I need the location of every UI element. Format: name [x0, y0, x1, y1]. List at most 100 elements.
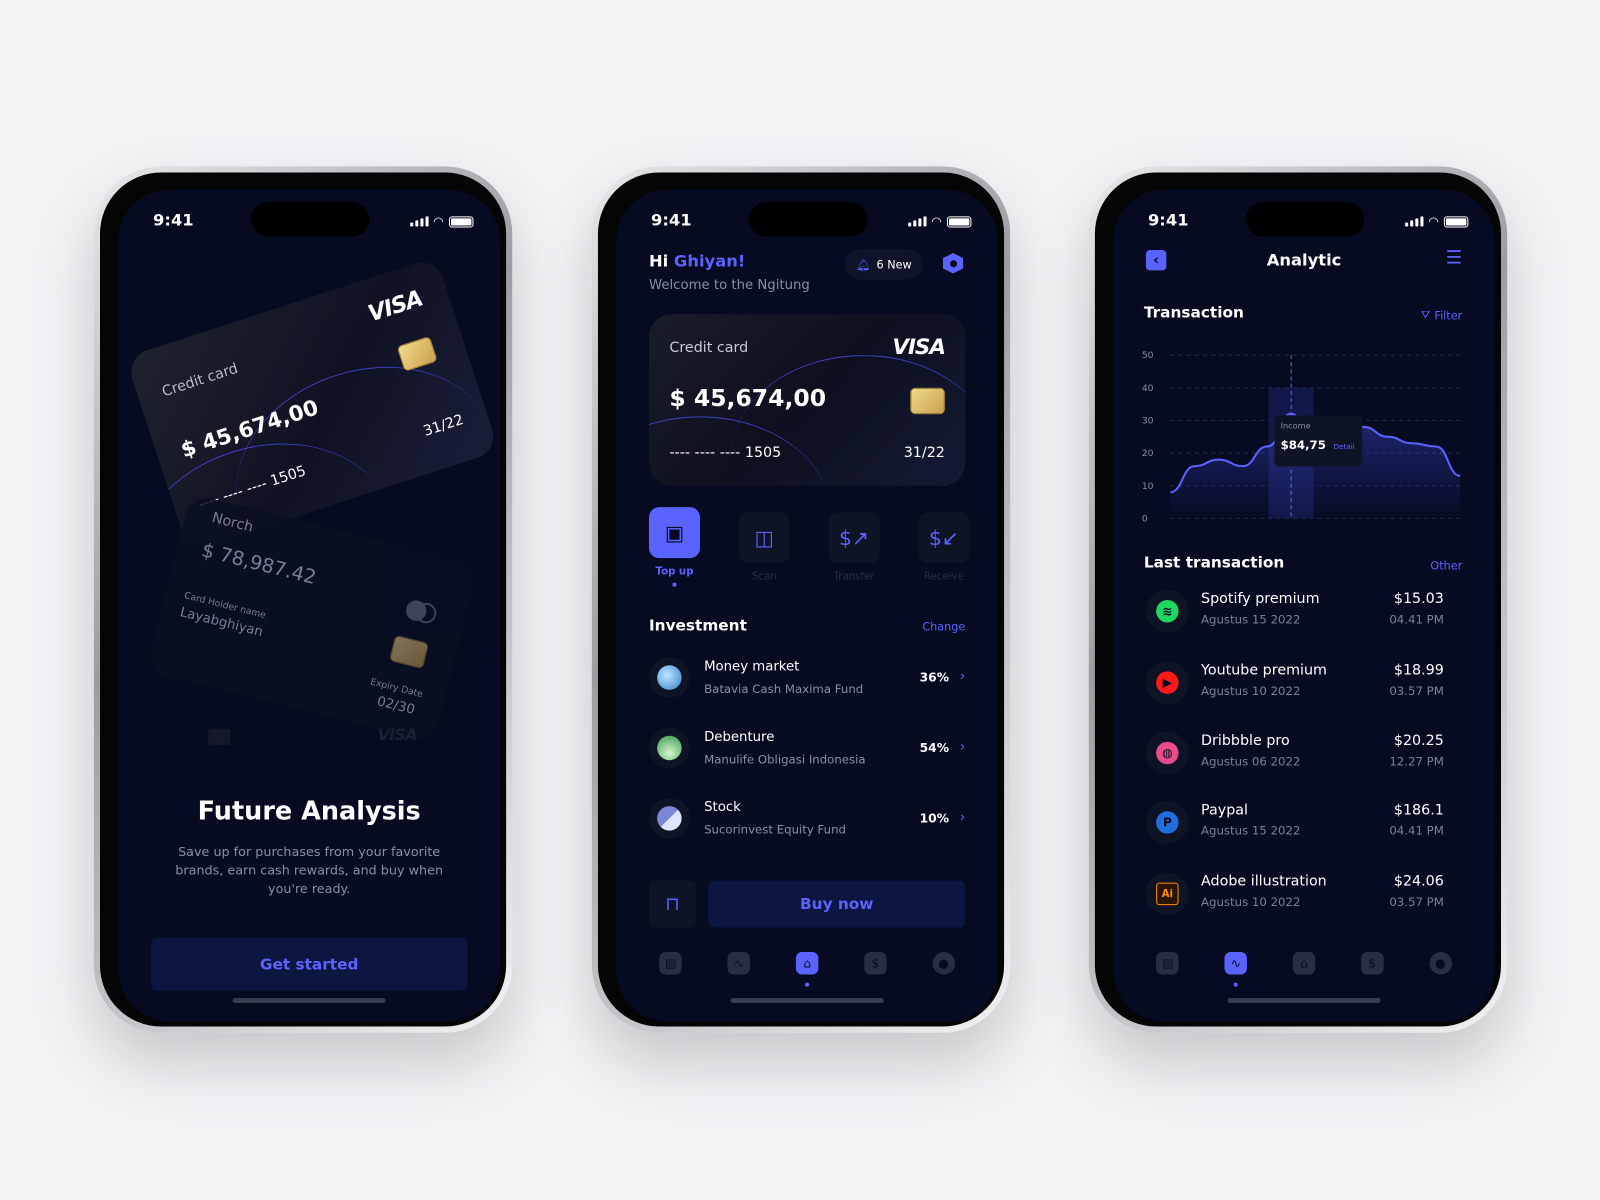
visa-logo: VISA — [892, 334, 946, 360]
chip-icon — [388, 634, 430, 670]
bottom-nav: ▤ ∿ ⌂ $ ● — [1113, 952, 1495, 987]
menu-icon[interactable]: ☰ — [1446, 247, 1462, 268]
chip-icon — [208, 728, 231, 745]
status-time: 9:41 — [651, 210, 692, 230]
investment-fund: Manulife Obligasi Indonesia — [704, 752, 866, 767]
transaction-date: Agustus 15 2022 — [1201, 823, 1301, 838]
transaction-row[interactable]: ◍ Dribbble pro Agustus 06 2022 $20.25 12… — [1145, 731, 1444, 783]
chevron-right-icon: › — [959, 809, 966, 826]
spotify-icon: ≋ — [1145, 589, 1189, 633]
nav-wallet-icon[interactable]: $ — [864, 952, 887, 975]
credit-card: Credit card VISA $ 45,674,00 ---- ---- -… — [648, 314, 966, 486]
phone-analytic: 9:41 ◠ ‹ Analytic ☰ Transaction ⛛ Filter … — [1088, 166, 1508, 1033]
shopping-bag-icon[interactable]: ⊓ — [648, 880, 696, 928]
battery-icon — [1443, 215, 1469, 228]
wifi-icon: ◠ — [1428, 214, 1439, 229]
transaction-time: 03.57 PM — [1389, 683, 1444, 698]
greeting-hi: Hi — [648, 251, 669, 271]
transaction-name: Paypal — [1201, 802, 1248, 819]
chevron-right-icon: › — [959, 668, 966, 685]
y-tick-label: 10 — [1142, 481, 1154, 492]
transaction-time: 04.41 PM — [1389, 823, 1444, 838]
filter-icon: ⛛ — [1420, 308, 1431, 322]
transaction-amount: $18.99 — [1393, 662, 1444, 679]
status-icons: ◠ — [907, 214, 972, 229]
nav-home-icon[interactable]: ⌂ — [1292, 952, 1316, 975]
action-transfer[interactable]: $↗ Transfer — [828, 511, 880, 582]
card-label: Credit card — [669, 339, 749, 357]
last-transaction-title: Last transaction — [1143, 553, 1285, 572]
investment-item[interactable]: Stock Sucorinvest Equity Fund 10% › — [648, 797, 966, 843]
transaction-date: Agustus 10 2022 — [1201, 894, 1301, 910]
buy-now-button[interactable]: Buy now — [708, 880, 966, 928]
nav-home-icon[interactable]: ⌂ — [795, 952, 819, 987]
signal-icon — [409, 216, 429, 227]
transaction-row[interactable]: ▶ Youtube premium Agustus 10 2022 $18.99… — [1145, 661, 1444, 712]
investment-name: Money market — [704, 659, 800, 675]
card-number: ---- ---- ---- 1505 — [669, 444, 782, 462]
nav-document-icon[interactable]: ▤ — [1156, 952, 1179, 975]
dribbble-icon: ◍ — [1145, 731, 1189, 775]
home-indicator — [232, 997, 386, 1004]
y-tick-label: 20 — [1142, 448, 1154, 459]
transaction-row[interactable]: Ai Adobe illustration Agustus 10 2022 $2… — [1145, 872, 1444, 923]
nav-analytics-icon[interactable]: ∿ — [1224, 952, 1248, 987]
greeting: Hi Ghiyan! — [649, 251, 745, 270]
dollar-send-icon: $↗ — [828, 511, 880, 563]
debenture-icon — [648, 727, 690, 769]
filter-label: Filter — [1434, 308, 1463, 322]
money-market-icon — [648, 657, 690, 698]
action-receive[interactable]: $↙ Receive — [918, 511, 970, 582]
transaction-row[interactable]: ≋ Spotify premium Agustus 15 2022 $15.03… — [1145, 589, 1444, 641]
filter-button[interactable]: ⛛ Filter — [1421, 308, 1462, 322]
chip-icon — [396, 335, 438, 372]
home-indicator — [730, 997, 884, 1004]
investment-item[interactable]: Debenture Manulife Obligasi Indonesia 54… — [648, 727, 965, 773]
investment-name: Debenture — [704, 729, 775, 745]
tooltip-value: $84,75 — [1280, 437, 1326, 453]
chart-tooltip: Income $84,75 Detail — [1274, 415, 1363, 467]
visa-logo: VISA — [377, 724, 418, 744]
settings-icon[interactable] — [942, 253, 964, 274]
get-started-button[interactable]: Get started — [151, 937, 468, 991]
notifications-button[interactable]: 🔔︎ 6 New — [844, 248, 923, 280]
status-time: 9:41 — [1147, 210, 1189, 230]
nav-analytics-icon[interactable]: ∿ — [727, 952, 751, 975]
page-title: Analytic — [1266, 249, 1342, 270]
y-tick-label: 0 — [1142, 513, 1148, 524]
card-balance: $ 45,674,00 — [669, 385, 827, 413]
credit-card-tilted: Credit card VISA $ 45,674,00 ---- ---- -… — [125, 256, 500, 552]
tooltip-detail-link[interactable]: Detail — [1334, 443, 1355, 451]
scan-icon: ◫ — [738, 511, 790, 563]
card-label: Norch — [210, 509, 255, 536]
investment-fund: Batavia Cash Maxima Fund — [704, 681, 864, 696]
investment-item[interactable]: Money market Batavia Cash Maxima Fund 36… — [648, 657, 966, 702]
action-top-up[interactable]: ▣ Top up — [648, 507, 700, 587]
status-time: 9:41 — [153, 210, 194, 230]
investment-percent: 54% — [919, 740, 949, 756]
transaction-name: Adobe illustration — [1201, 873, 1327, 890]
nav-profile-icon[interactable]: ● — [932, 952, 955, 975]
nav-profile-icon[interactable]: ● — [1429, 952, 1452, 975]
y-tick-label: 50 — [1142, 350, 1154, 361]
welcome-text: Welcome to the Ngitung — [648, 277, 810, 293]
investment-title: Investment — [648, 616, 747, 635]
nav-document-icon[interactable]: ▤ — [659, 952, 683, 975]
notification-count: 6 New — [876, 257, 912, 271]
other-link[interactable]: Other — [1430, 559, 1462, 572]
section-title: Transaction — [1143, 303, 1244, 322]
nav-wallet-icon[interactable]: $ — [1360, 952, 1384, 975]
wifi-icon: ◠ — [931, 214, 942, 229]
transaction-name: Dribbble pro — [1201, 732, 1290, 749]
change-link[interactable]: Change — [922, 620, 965, 633]
battery-icon — [946, 215, 972, 228]
onboarding-title: Future Analysis — [197, 795, 421, 826]
active-dot — [672, 582, 677, 587]
transaction-row[interactable]: P Paypal Agustus 15 2022 $186.1 04.41 PM — [1145, 801, 1444, 852]
action-scan[interactable]: ◫ Scan — [738, 511, 790, 582]
transaction-time: 12.27 PM — [1389, 754, 1444, 769]
transaction-amount: $15.03 — [1393, 590, 1444, 608]
transaction-amount: $24.06 — [1393, 873, 1444, 890]
dollar-receive-icon: $↙ — [918, 511, 970, 563]
phone-onboarding: 9:41 ◠ Credit card VISA $ 45,674,00 ----… — [93, 166, 513, 1033]
